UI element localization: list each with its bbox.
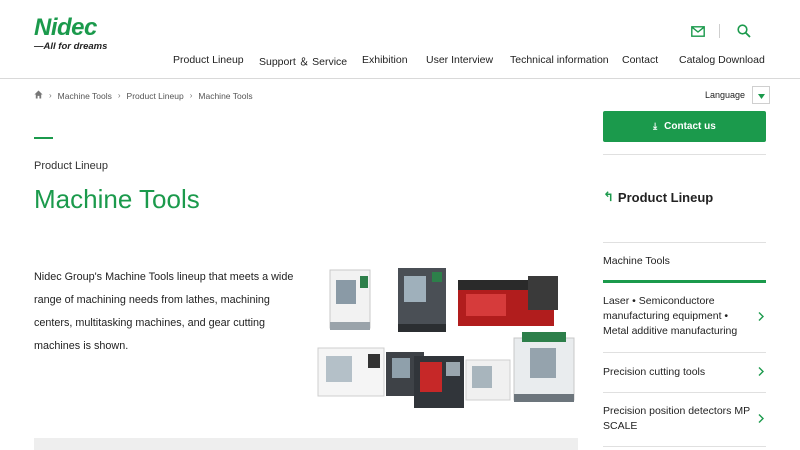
chevron-right-icon	[758, 413, 764, 426]
nav-user-interview[interactable]: User Interview	[426, 54, 493, 66]
sidebar-divider	[603, 154, 766, 155]
sidebar-item-laser[interactable]: Laser • Semiconductore manufacturing equ…	[603, 283, 766, 353]
nav-technical-information[interactable]: Technical information	[510, 54, 609, 66]
nav-contact[interactable]: Contact	[622, 54, 658, 66]
home-icon[interactable]	[34, 90, 43, 101]
language-label: Language	[705, 90, 746, 100]
site-header: Nidec —All for dreams Product Lineup Sup…	[0, 0, 800, 79]
nav-product-lineup[interactable]: Product Lineup	[173, 54, 244, 66]
nav-catalog-download[interactable]: Catalog Download	[679, 54, 765, 66]
sidebar-item-label: Precision position detectors MP SCALE	[603, 405, 750, 432]
download-arrow-icon: ⤓	[653, 121, 658, 131]
machine-tools-image	[316, 262, 578, 412]
nav-support-service[interactable]: Support ＆ Service	[259, 54, 347, 69]
sidebar-title-label: Product Lineup	[617, 189, 714, 205]
search-icon[interactable]	[735, 22, 753, 40]
sidebar-item-mp-scale[interactable]: Precision position detectors MP SCALE	[603, 393, 766, 447]
breadcrumb-item-current: Machine Tools	[198, 90, 253, 101]
content-strip	[34, 438, 578, 450]
sidebar-item-precision-cutting-tools[interactable]: Precision cutting tools	[603, 353, 766, 393]
return-arrow-icon: ↰	[603, 189, 614, 204]
chevron-right-icon: ›	[49, 91, 52, 100]
chevron-right-icon	[758, 311, 764, 324]
breadcrumb: › Machine Tools › Product Lineup › Machi…	[34, 90, 253, 101]
chevron-right-icon: ›	[117, 91, 121, 100]
sidebar-title[interactable]: ↰ Product Lineup	[603, 189, 713, 205]
chevron-right-icon	[758, 366, 764, 379]
logo-wordmark: Nidec	[34, 14, 97, 41]
contact-us-label: Contact us	[664, 121, 716, 132]
sidebar-item-machine-tools[interactable]: Machine Tools	[603, 255, 670, 267]
page-title: Machine Tools	[34, 184, 200, 214]
logo-tagline: —All for dreams	[34, 41, 108, 52]
breadcrumb-item[interactable]: Product Lineup	[127, 91, 184, 101]
title-accent-bar	[34, 137, 53, 139]
sidebar-divider	[603, 242, 766, 243]
intro-text: Nidec Group's Machine Tools lineup that …	[34, 271, 294, 352]
page-kicker: Product Lineup	[34, 160, 108, 172]
sidebar-item-label: Precision cutting tools	[603, 366, 706, 378]
nidec-logo[interactable]: Nidec —All for dreams	[34, 14, 124, 53]
header-divider	[719, 24, 720, 38]
language-dropdown-button[interactable]	[752, 86, 771, 104]
breadcrumb-item[interactable]: Machine Tools	[58, 91, 112, 101]
contact-us-button[interactable]: ⤓ Contact us	[603, 111, 766, 142]
language-selector[interactable]: Language	[705, 86, 771, 104]
sidebar-item-label: Laser • Semiconductore manufacturing equ…	[603, 295, 738, 337]
triangle-down-icon	[757, 86, 765, 104]
nav-exhibition[interactable]: Exhibition	[362, 54, 408, 66]
mail-icon[interactable]	[689, 22, 707, 40]
chevron-right-icon: ›	[189, 91, 193, 100]
